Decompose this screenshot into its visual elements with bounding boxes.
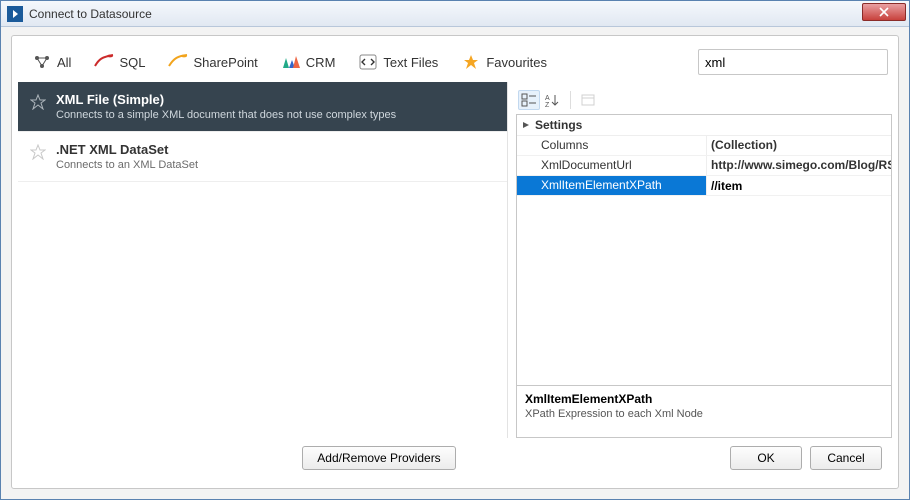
cancel-button[interactable]: Cancel [810,446,882,470]
app-icon [7,6,23,22]
provider-title: .NET XML DataSet [56,142,198,157]
favourite-star-icon[interactable] [30,94,46,115]
collapse-toggle-icon[interactable] [521,119,531,129]
add-remove-providers-button[interactable]: Add/Remove Providers [302,446,455,470]
close-icon [879,7,889,17]
provider-desc: Connects to an XML DataSet [56,159,198,171]
star-icon [460,53,482,71]
propgrid-row-columns[interactable]: Columns (Collection) [517,136,891,156]
provider-title: XML File (Simple) [56,92,396,107]
prop-value[interactable] [707,176,891,195]
prop-value-input[interactable] [711,178,887,193]
categorized-icon [521,93,537,107]
help-desc: XPath Expression to each Xml Node [525,408,883,420]
code-icon [357,53,379,71]
propgrid-row-xmldocumenturl[interactable]: XmlDocumentUrl http://www.simego.com/Blo… [517,156,891,176]
network-icon [31,53,53,71]
toolbar-item-sharepoint[interactable]: SharePoint [158,48,266,76]
provider-desc: Connects to a simple XML document that d… [56,109,396,121]
ok-button[interactable]: OK [730,446,802,470]
toolbar-item-label: All [57,55,71,70]
categorized-view-button[interactable] [518,90,540,110]
dialog-window: Connect to Datasource All SQL [0,0,910,500]
dialog-footer: Add/Remove Providers OK Cancel [18,438,892,478]
toolbar-item-label: SharePoint [193,55,257,70]
property-panel: AZ Settings [508,82,892,438]
content-panel: All SQL SharePoint [11,35,899,489]
svg-text:A: A [545,95,550,102]
prop-value[interactable]: (Collection) [707,136,891,155]
svg-text:Z: Z [545,102,550,107]
toolbar-item-favourites[interactable]: Favourites [451,48,556,76]
property-grid: Settings Columns (Collection) XmlDocumen… [516,114,892,386]
toolbar-item-label: Favourites [486,55,547,70]
property-pages-icon [580,93,596,107]
toolbar-item-label: Text Files [383,55,438,70]
provider-item-xml-simple[interactable]: XML File (Simple) Connects to a simple X… [18,82,507,132]
propgrid-category-label: Settings [535,118,582,132]
category-toolbar: All SQL SharePoint [18,42,892,82]
title-bar: Connect to Datasource [1,1,909,27]
property-pages-button [577,90,599,110]
favourite-star-icon[interactable] [30,144,46,165]
dialog-body: All SQL SharePoint [1,27,909,499]
toolbar-item-label: SQL [119,55,145,70]
prop-name: XmlItemElementXPath [517,176,707,195]
window-title: Connect to Datasource [29,7,152,21]
help-title: XmlItemElementXPath [525,392,883,406]
alphabetical-view-button[interactable]: AZ [542,90,564,110]
close-button[interactable] [862,3,906,21]
propgrid-toolbar: AZ [516,88,892,112]
sharepoint-icon [167,53,189,71]
body-row: XML File (Simple) Connects to a simple X… [18,82,892,438]
sort-az-icon: AZ [545,93,561,107]
provider-item-net-xml-dataset[interactable]: .NET XML DataSet Connects to an XML Data… [18,132,507,182]
propgrid-row-xmlitemelementxpath[interactable]: XmlItemElementXPath [517,176,891,196]
prop-name: Columns [517,136,707,155]
prop-value[interactable]: http://www.simego.com/Blog/RSS [707,156,891,175]
toolbar-item-sql[interactable]: SQL [84,48,154,76]
toolbar-item-crm[interactable]: CRM [271,48,345,76]
sql-icon [93,53,115,71]
property-help: XmlItemElementXPath XPath Expression to … [516,386,892,438]
propgrid-category[interactable]: Settings [517,115,891,136]
crm-icon [280,53,302,71]
search-input[interactable] [698,49,888,75]
toolbar-item-textfiles[interactable]: Text Files [348,48,447,76]
toolbar-item-label: CRM [306,55,336,70]
prop-name: XmlDocumentUrl [517,156,707,175]
toolbar-item-all[interactable]: All [22,48,80,76]
provider-list: XML File (Simple) Connects to a simple X… [18,82,508,438]
